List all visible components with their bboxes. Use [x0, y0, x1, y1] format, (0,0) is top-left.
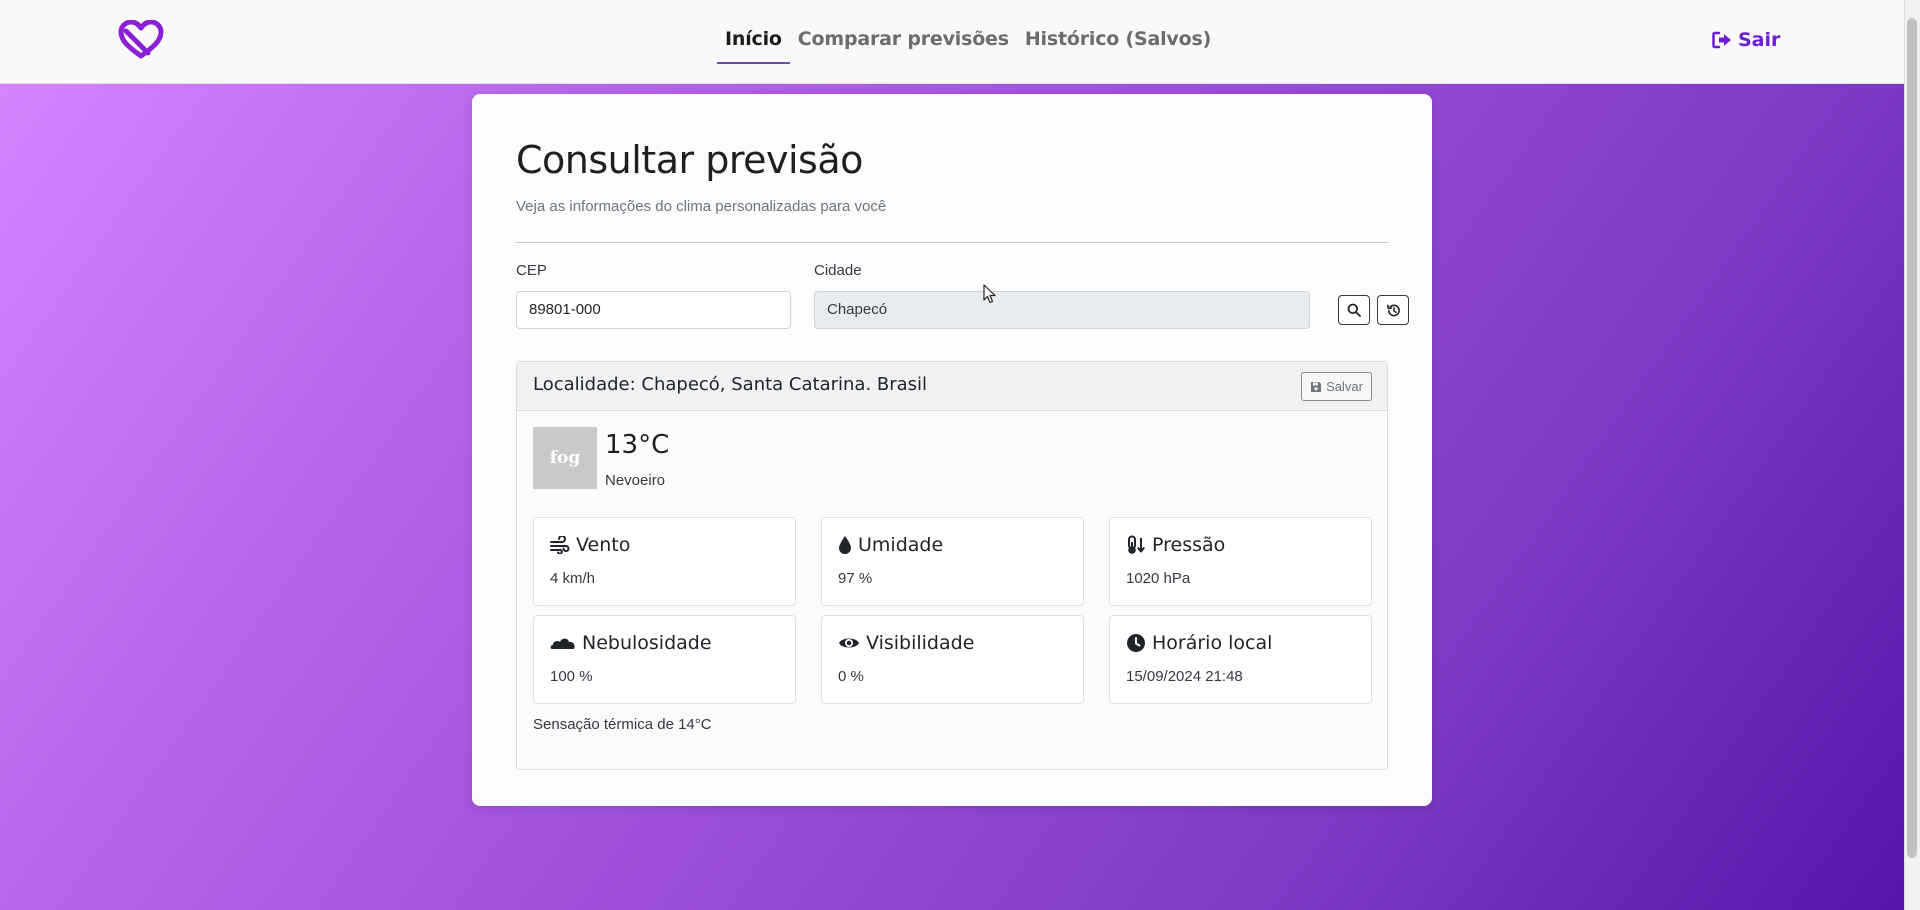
- page-title: Consultar previsão: [516, 138, 863, 182]
- stat-value-visibility: 0 %: [838, 668, 864, 685]
- nav-link-historico[interactable]: Histórico (Salvos): [1017, 28, 1219, 64]
- logout-button[interactable]: Sair: [1712, 29, 1780, 51]
- temperature: 13°C: [605, 430, 670, 460]
- droplet-icon: [839, 536, 851, 554]
- search-button[interactable]: [1338, 295, 1370, 325]
- stat-card-local-time: Horário local 15/09/2024 21:48: [1109, 615, 1372, 704]
- sign-out-icon: [1712, 31, 1731, 49]
- stat-title-visibility: Visibilidade: [838, 632, 974, 654]
- city-input[interactable]: Chapecó: [814, 291, 1310, 329]
- main-nav: Início Comparar previsões Histórico (Sal…: [717, 28, 1219, 64]
- stat-value-local-time: 15/09/2024 21:48: [1126, 668, 1243, 685]
- mouse-cursor-icon: [983, 284, 997, 309]
- weather-result-panel: Localidade: Chapecó, Santa Catarina. Bra…: [516, 361, 1388, 770]
- cloud-icon: [550, 638, 575, 649]
- stat-card-wind: Vento 4 km/h: [533, 517, 796, 606]
- reset-button[interactable]: [1377, 295, 1409, 325]
- location-title: Localidade: Chapecó, Santa Catarina. Bra…: [533, 374, 928, 395]
- navbar: Início Comparar previsões Histórico (Sal…: [0, 0, 1904, 84]
- nav-link-inicio[interactable]: Início: [717, 28, 790, 64]
- stat-title-clouds: Nebulosidade: [550, 632, 712, 654]
- stat-title-wind: Vento: [550, 534, 630, 556]
- stat-title-local-time-label: Horário local: [1152, 632, 1273, 654]
- save-label: Salvar: [1326, 379, 1363, 394]
- cep-input[interactable]: 89801-000: [516, 291, 791, 329]
- weather-description: Nevoeiro: [605, 472, 666, 489]
- wind-icon: [550, 536, 570, 554]
- stat-value-humidity: 97 %: [838, 570, 873, 587]
- weather-condition-icon: fog: [533, 427, 597, 489]
- city-label: Cidade: [814, 262, 862, 279]
- nav-link-comparar[interactable]: Comparar previsões: [790, 28, 1017, 64]
- eye-icon: [839, 638, 859, 648]
- clock-icon: [1127, 634, 1145, 652]
- stat-card-pressure: Pressão 1020 hPa: [1109, 517, 1372, 606]
- logout-label: Sair: [1738, 29, 1781, 51]
- stat-title-local-time: Horário local: [1126, 632, 1272, 654]
- stat-value-wind: 4 km/h: [550, 570, 596, 587]
- search-icon: [1347, 303, 1361, 317]
- stat-title-humidity-label: Umidade: [858, 534, 944, 556]
- floppy-disk-icon: [1311, 381, 1322, 392]
- stat-card-visibility: Visibilidade 0 %: [821, 615, 1084, 704]
- scrollbar-thumb[interactable]: [1907, 18, 1917, 858]
- stat-title-visibility-label: Visibilidade: [866, 632, 975, 654]
- stat-title-pressure: Pressão: [1126, 534, 1225, 556]
- page-subtitle: Veja as informações do clima personaliza…: [516, 198, 887, 215]
- feels-like-text: Sensação térmica de 14°C: [533, 716, 712, 733]
- stat-card-humidity: Umidade 97 %: [821, 517, 1084, 606]
- forecast-card: Consultar previsão Veja as informações d…: [472, 94, 1432, 806]
- stat-value-pressure: 1020 hPa: [1126, 570, 1191, 587]
- cep-label: CEP: [516, 262, 547, 279]
- stat-title-clouds-label: Nebulosidade: [582, 632, 712, 654]
- history-icon: [1386, 304, 1400, 316]
- divider: [516, 242, 1388, 243]
- stat-title-pressure-label: Pressão: [1152, 534, 1226, 556]
- heart-logo-icon[interactable]: [117, 19, 165, 60]
- save-button[interactable]: Salvar: [1301, 372, 1372, 401]
- stat-value-clouds: 100 %: [550, 668, 593, 685]
- stat-title-wind-label: Vento: [576, 534, 631, 556]
- thermometer-arrow-icon: [1128, 535, 1145, 554]
- result-header: Localidade: Chapecó, Santa Catarina. Bra…: [517, 362, 1387, 411]
- stat-card-clouds: Nebulosidade 100 %: [533, 615, 796, 704]
- stat-title-humidity: Umidade: [838, 534, 943, 556]
